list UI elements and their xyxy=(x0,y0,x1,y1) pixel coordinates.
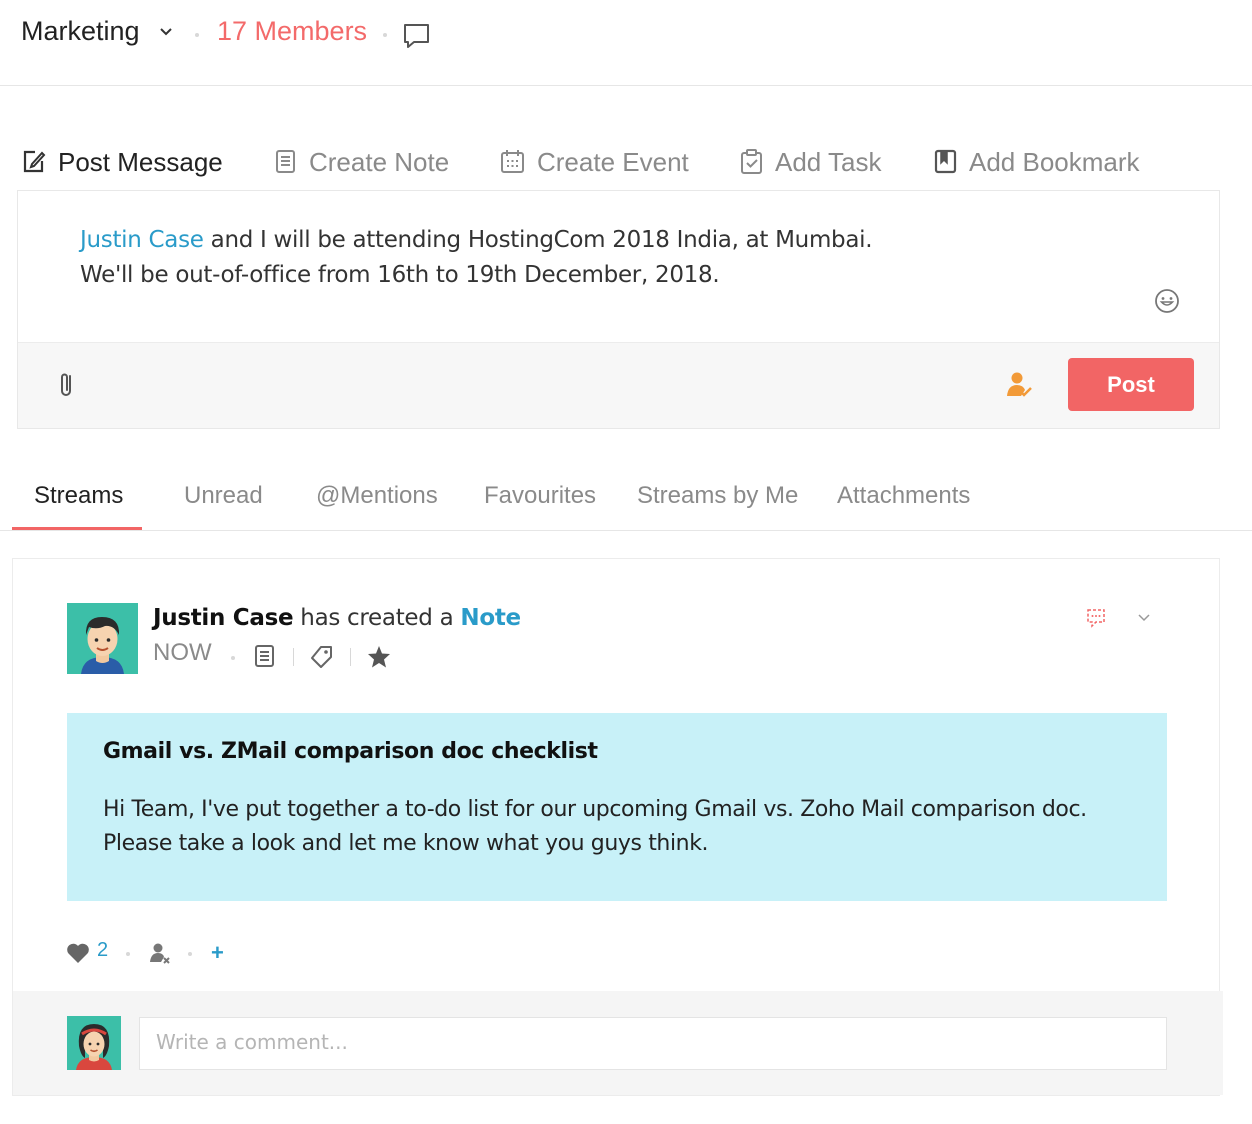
edit-icon xyxy=(23,150,46,173)
group-header: Marketing 17 Members xyxy=(0,0,1252,86)
message-line1: and I will be attending HostingCom 2018 … xyxy=(203,227,873,253)
tab-favourites[interactable]: Favourites xyxy=(484,482,596,510)
action-text: has created a xyxy=(293,605,461,631)
note-icon[interactable] xyxy=(253,643,277,669)
stream-tabs: Streams Unread @Mentions Favourites Stre… xyxy=(0,470,1252,531)
note-preview[interactable]: Gmail vs. ZMail comparison doc checklist… xyxy=(67,713,1167,901)
chevron-down-icon[interactable] xyxy=(158,24,174,40)
task-icon xyxy=(741,149,762,174)
stream-post: Justin Case has created a Note NOW Gmail… xyxy=(12,558,1223,1096)
group-name[interactable]: Marketing xyxy=(21,16,140,47)
tab-streams[interactable]: Streams xyxy=(34,482,123,510)
tab-label: Create Event xyxy=(537,146,689,177)
post-time: NOW xyxy=(153,639,212,666)
message-text[interactable]: Justin Case and I will be attending Host… xyxy=(80,223,873,293)
note-link[interactable]: Note xyxy=(460,605,521,631)
note-body: Hi Team, I've put together a to-do list … xyxy=(103,793,1087,861)
tab-label: Post Message xyxy=(58,146,223,177)
members-link[interactable]: 17 Members xyxy=(217,16,367,47)
remove-user-icon[interactable] xyxy=(148,941,172,965)
chevron-down-icon[interactable] xyxy=(1136,609,1152,625)
separator-dot xyxy=(383,33,387,37)
tab-label: Add Bookmark xyxy=(969,146,1140,177)
assign-user-icon[interactable] xyxy=(1004,370,1034,400)
separator-dot xyxy=(195,33,199,37)
note-title: Gmail vs. ZMail comparison doc checklist xyxy=(103,739,598,764)
message-line2: We'll be out-of-office from 16th to 19th… xyxy=(80,262,720,288)
like-count[interactable]: 2 xyxy=(97,939,108,962)
comment-input[interactable]: Write a comment... xyxy=(139,1017,1167,1070)
tab-create-note[interactable]: Create Note xyxy=(273,144,449,180)
avatar[interactable] xyxy=(67,603,138,674)
avatar xyxy=(67,1016,121,1070)
author-name[interactable]: Justin Case xyxy=(153,605,294,631)
tab-streams-by-me[interactable]: Streams by Me xyxy=(637,482,798,510)
user-avatar-icon xyxy=(67,603,138,674)
tab-create-event[interactable]: Create Event xyxy=(499,144,689,180)
tab-add-bookmark[interactable]: Add Bookmark xyxy=(933,144,1140,180)
note-body-line1: Hi Team, I've put together a to-do list … xyxy=(103,797,1087,822)
mention-link[interactable]: Justin Case xyxy=(80,227,204,253)
separator xyxy=(293,648,294,666)
user-avatar-icon xyxy=(67,1016,121,1070)
bookmark-icon xyxy=(934,149,957,174)
calendar-icon xyxy=(501,150,524,173)
post-button[interactable]: Post xyxy=(1068,358,1194,411)
attachment-icon[interactable] xyxy=(56,370,78,400)
active-tab-indicator xyxy=(12,527,142,530)
separator-dot xyxy=(231,656,235,660)
tab-label: Add Task xyxy=(775,146,882,177)
tab-unread[interactable]: Unread xyxy=(184,482,263,510)
separator-dot xyxy=(126,952,130,956)
comment-section: Write a comment... xyxy=(13,991,1223,1095)
star-icon[interactable] xyxy=(366,644,392,670)
composer-toolbar: Post xyxy=(18,342,1219,428)
tag-icon[interactable] xyxy=(309,644,335,670)
separator-dot xyxy=(188,952,192,956)
tab-attachments[interactable]: Attachments xyxy=(837,482,970,510)
chat-icon[interactable] xyxy=(402,22,432,50)
message-composer[interactable]: Justin Case and I will be attending Host… xyxy=(17,190,1220,429)
add-reaction-button[interactable]: + xyxy=(211,940,224,966)
separator xyxy=(350,648,351,666)
note-icon xyxy=(276,150,295,173)
comment-options-icon[interactable] xyxy=(1085,607,1107,629)
tab-add-task[interactable]: Add Task xyxy=(739,144,881,180)
tab-label: Create Note xyxy=(309,146,450,177)
tab-mentions[interactable]: @Mentions xyxy=(316,482,438,510)
heart-icon[interactable] xyxy=(65,941,91,965)
emoji-icon[interactable] xyxy=(1154,288,1180,314)
post-headline: Justin Case has created a Note xyxy=(153,605,521,631)
tab-post-message[interactable]: Post Message xyxy=(20,144,223,180)
note-body-line2: Please take a look and let me know what … xyxy=(103,831,709,856)
